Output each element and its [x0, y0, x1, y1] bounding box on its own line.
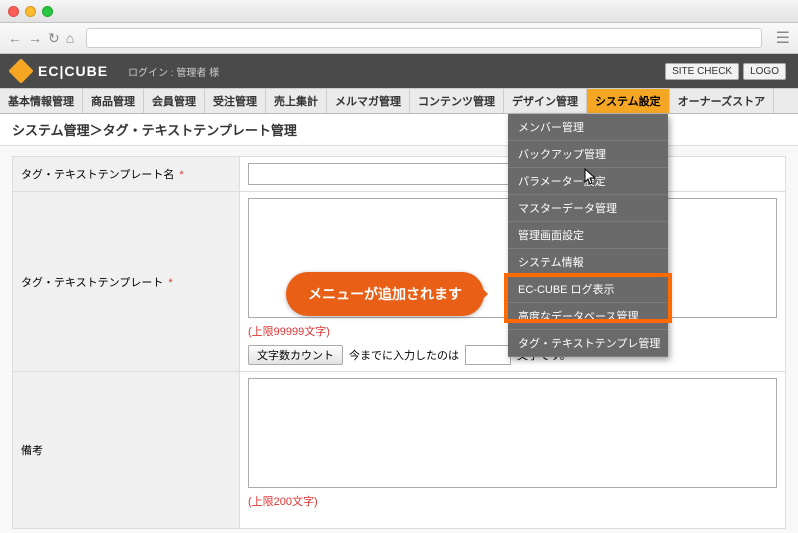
menu-basic[interactable]: 基本情報管理	[0, 89, 83, 113]
menu-mailmag[interactable]: メルマガ管理	[327, 89, 410, 113]
header-right: SITE CHECK LOGO	[665, 63, 786, 80]
logo-text: EC|CUBE	[38, 63, 108, 79]
maximize-icon[interactable]	[42, 6, 53, 17]
logout-button[interactable]: LOGO	[743, 63, 786, 80]
callout-bubble: メニューが追加されます	[286, 272, 484, 316]
logo-icon	[8, 58, 33, 83]
minimize-icon[interactable]	[25, 6, 36, 17]
browser-window: ← → ↻ ⌂ ☰ EC|CUBE ログイン : 管理者 様 SITE CHEC…	[0, 0, 798, 533]
label-template-name: タグ・テキストテンプレート名 *	[13, 157, 240, 192]
dd-advanced-db[interactable]: 高度なデータベース管理	[508, 303, 668, 330]
forward-icon[interactable]: →	[28, 30, 42, 46]
menu-sales[interactable]: 売上集計	[266, 89, 327, 113]
dd-backup[interactable]: バックアップ管理	[508, 141, 668, 168]
required-mark: *	[179, 169, 183, 181]
url-bar[interactable]	[86, 28, 761, 48]
close-icon[interactable]	[8, 6, 19, 17]
menu-contents[interactable]: コンテンツ管理	[410, 89, 504, 113]
reload-icon[interactable]: ↻	[48, 30, 60, 47]
back-icon[interactable]: ←	[8, 30, 22, 46]
dd-adminscreen[interactable]: 管理画面設定	[508, 222, 668, 249]
dd-masterdata[interactable]: マスターデータ管理	[508, 195, 668, 222]
menu-product[interactable]: 商品管理	[83, 89, 144, 113]
menu-system[interactable]: システム設定	[587, 89, 670, 113]
required-mark: *	[168, 277, 172, 289]
app: EC|CUBE ログイン : 管理者 様 SITE CHECK LOGO 基本情…	[0, 54, 798, 533]
form-table: タグ・テキストテンプレート名 * タグ・テキストテンプレート *	[12, 156, 786, 529]
label-memo: 備考	[13, 372, 240, 529]
count-button[interactable]: 文字数カウント	[248, 345, 343, 365]
content: タグ・テキストテンプレート名 * タグ・テキストテンプレート *	[0, 146, 798, 533]
site-check-button[interactable]: SITE CHECK	[665, 63, 739, 80]
dd-systeminfo[interactable]: システム情報	[508, 249, 668, 276]
dd-member[interactable]: メンバー管理	[508, 114, 668, 141]
template-name-input[interactable]	[248, 163, 514, 185]
dd-tag-template[interactable]: タグ・テキストテンプレ管理	[508, 330, 668, 357]
memo-input[interactable]	[248, 378, 777, 488]
limit-label-2: (上限200文字)	[248, 493, 777, 509]
titlebar	[0, 0, 798, 23]
main-menu: 基本情報管理 商品管理 会員管理 受注管理 売上集計 メルマガ管理 コンテンツ管…	[0, 88, 798, 114]
menu-design[interactable]: デザイン管理	[504, 89, 587, 113]
browser-toolbar: ← → ↻ ⌂ ☰	[0, 23, 798, 54]
system-dropdown: メンバー管理 バックアップ管理 パラメーター設定 マスターデータ管理 管理画面設…	[508, 114, 668, 357]
menu-owners[interactable]: オーナーズストア	[670, 89, 774, 113]
count-prefix: 今までに入力したのは	[349, 347, 459, 363]
logo-group: EC|CUBE ログイン : 管理者 様	[12, 62, 219, 80]
menu-order[interactable]: 受注管理	[205, 89, 266, 113]
home-icon[interactable]: ⌂	[66, 30, 74, 46]
menu-member[interactable]: 会員管理	[144, 89, 205, 113]
dd-parameter[interactable]: パラメーター設定	[508, 168, 668, 195]
login-label: ログイン : 管理者 様	[128, 64, 219, 79]
app-header: EC|CUBE ログイン : 管理者 様 SITE CHECK LOGO	[0, 54, 798, 88]
menu-icon[interactable]: ☰	[776, 28, 790, 48]
label-template-body: タグ・テキストテンプレート *	[13, 192, 240, 372]
count-field[interactable]	[465, 345, 511, 365]
breadcrumb: システム管理＞タグ・テキストテンプレート管理	[0, 114, 798, 146]
dd-log[interactable]: EC-CUBE ログ表示	[508, 276, 668, 303]
